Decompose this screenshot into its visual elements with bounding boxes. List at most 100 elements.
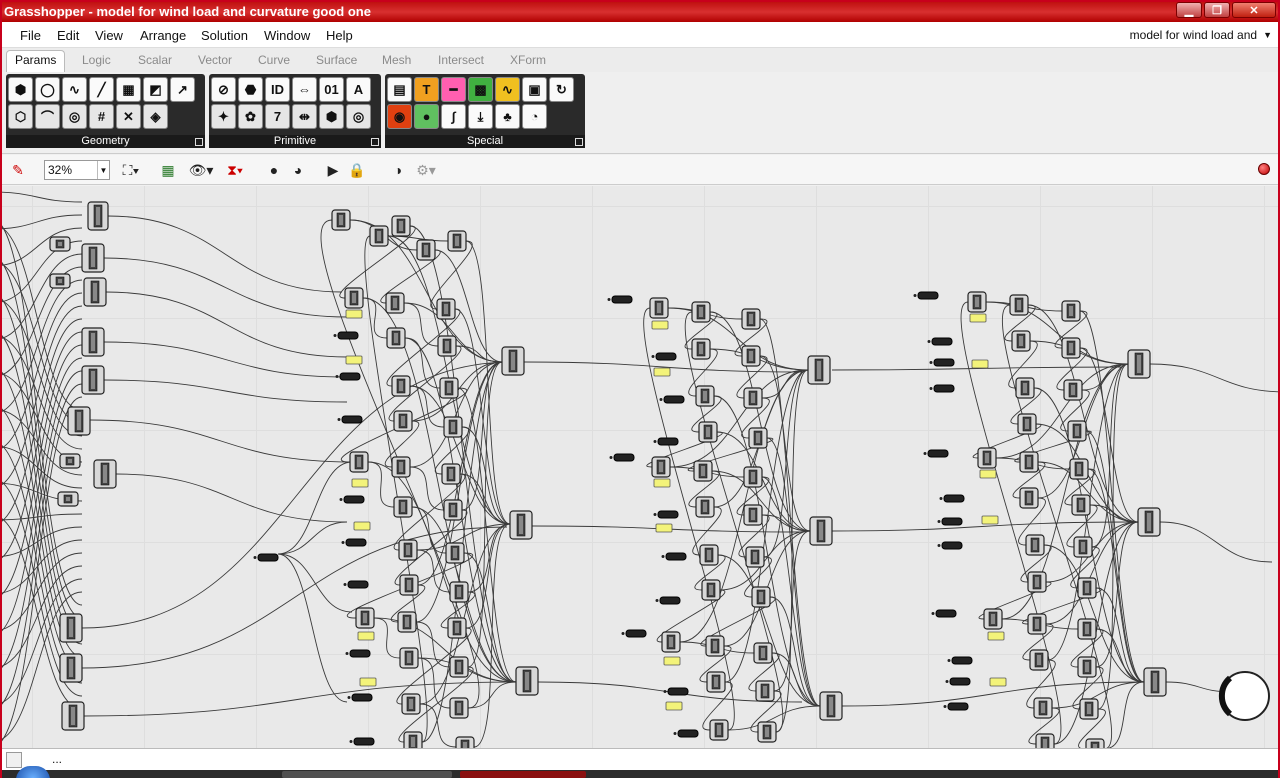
expand-icon[interactable] [195,138,203,146]
component-node[interactable] [61,701,85,731]
param-node[interactable] [667,687,689,696]
param-node[interactable] [613,453,635,462]
param-node[interactable] [933,358,955,367]
param-node[interactable] [351,693,373,702]
param-node[interactable] [935,609,957,618]
taskbar-item[interactable] [282,771,452,778]
component-node[interactable] [1061,300,1081,322]
component-node[interactable] [695,496,715,518]
circle-param-icon[interactable]: ◯ [35,77,60,102]
fill-param-icon[interactable]: ✦ [211,104,236,129]
param-node[interactable] [951,656,973,665]
component-node[interactable] [1071,494,1091,516]
panel-node[interactable] [345,309,363,319]
chevron-down-icon[interactable]: ▼ [97,161,109,179]
bake-icon[interactable]: ⧗▾ [222,161,248,179]
component-node[interactable] [391,456,411,478]
component-node[interactable] [1035,733,1055,748]
component-node[interactable] [57,491,79,507]
param-node[interactable] [663,395,685,404]
component-node[interactable] [1063,379,1083,401]
gauge-icon[interactable]: ◔ [522,104,547,129]
component-node[interactable] [691,301,711,323]
component-node[interactable] [1061,337,1081,359]
gradient-icon[interactable]: ◉ [387,104,412,129]
component-node[interactable] [1077,577,1097,599]
panel-node[interactable] [359,677,377,687]
param-node[interactable] [339,372,361,381]
component-node[interactable] [699,544,719,566]
param-node[interactable] [949,677,971,686]
param-node[interactable] [345,538,367,547]
extra-icon[interactable]: ⚙▾ [412,161,440,179]
component-node[interactable] [515,666,539,696]
loop-icon[interactable]: ↻ [549,77,574,102]
colour-param-icon[interactable]: ⬣ [238,77,263,102]
component-node[interactable] [455,736,475,748]
component-node[interactable] [693,460,713,482]
component-node[interactable] [748,427,768,449]
panel-node[interactable] [979,469,997,479]
param-node[interactable] [947,702,969,711]
component-node[interactable] [753,642,773,664]
component-node[interactable] [691,338,711,360]
sketch-icon[interactable]: ● [264,161,284,179]
panel-node[interactable] [969,313,987,323]
param-node[interactable] [917,291,939,300]
tab-curve[interactable]: Curve [258,53,290,67]
component-node[interactable] [741,345,761,367]
curve-graph-icon[interactable]: ∫ [441,104,466,129]
component-node[interactable] [447,617,467,639]
curve-param-icon[interactable]: ∿ [62,77,87,102]
param-node[interactable] [941,541,963,550]
component-node[interactable] [67,406,91,436]
param-node[interactable] [353,737,375,746]
panel-node[interactable] [665,701,683,711]
time-param-icon[interactable]: ◎ [346,104,371,129]
component-node[interactable] [705,635,725,657]
param-node[interactable] [655,352,677,361]
preview-settings-icon[interactable]: ◑ [388,161,408,179]
component-node[interactable] [401,693,421,715]
component-node[interactable] [809,516,833,546]
component-node[interactable] [397,611,417,633]
vector-param-icon[interactable]: ↗ [170,77,195,102]
graph-mapper-icon[interactable]: ▩ [468,77,493,102]
component-node[interactable] [445,542,465,564]
param-node[interactable] [343,495,365,504]
component-node[interactable] [391,375,411,397]
sphere-icon[interactable]: ● [414,104,439,129]
component-node[interactable] [1085,738,1105,748]
colour-swatch-icon[interactable]: T [414,77,439,102]
image-sampler-icon[interactable]: ▣ [522,77,547,102]
mesh-param-icon[interactable]: # [89,104,114,129]
component-node[interactable] [349,451,369,473]
component-node[interactable] [399,647,419,669]
component-node[interactable] [59,453,81,469]
menu-file[interactable]: File [20,28,41,43]
component-node[interactable] [393,410,413,432]
scribble-icon[interactable]: ∿ [495,77,520,102]
surface-param-icon[interactable]: ◩ [143,77,168,102]
menu-window[interactable]: Window [264,28,310,43]
component-node[interactable] [443,499,463,521]
integer-param-icon[interactable]: 01 [319,77,344,102]
panel-node[interactable] [981,515,999,525]
menu-arrange[interactable]: Arrange [140,28,186,43]
component-node[interactable] [81,327,105,357]
record-icon[interactable] [1258,163,1270,175]
component-node[interactable] [87,201,109,231]
shader-param-icon[interactable]: ✿ [238,104,263,129]
component-node[interactable] [509,510,533,540]
param-node[interactable] [349,649,371,658]
component-node[interactable] [649,297,669,319]
tree-icon[interactable]: ♣ [495,104,520,129]
close-button[interactable]: ✕ [1232,2,1276,18]
param-node[interactable] [933,384,955,393]
component-node[interactable] [49,273,71,289]
component-node[interactable] [441,463,461,485]
title-bar[interactable]: Grasshopper - model for wind load and cu… [2,2,1278,22]
component-node[interactable] [49,236,71,252]
param-node[interactable] [657,510,679,519]
component-node[interactable] [967,291,987,313]
